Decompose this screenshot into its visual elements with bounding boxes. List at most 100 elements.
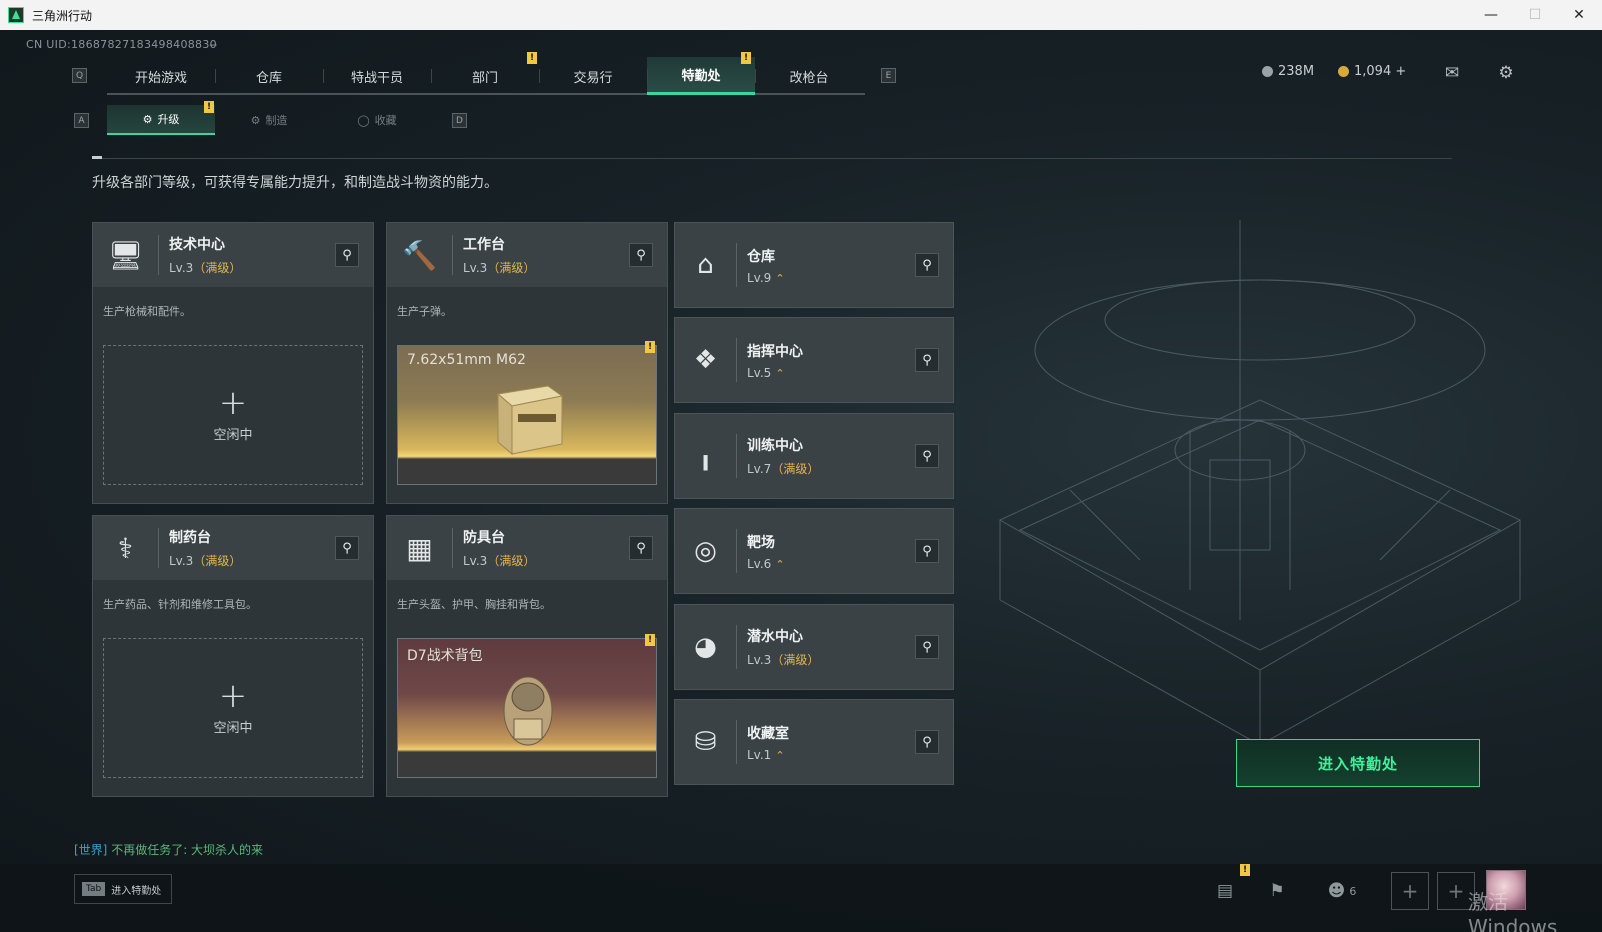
subtab-craft[interactable]: ⚙ 制造 (215, 105, 323, 135)
production-slot-empty[interactable]: + 空闲中 (103, 638, 363, 778)
friends-count: 6 (1349, 884, 1357, 898)
facility-row-diving-center[interactable]: ◕ 潜水中心 Lv.3（满级） ⚲ (674, 604, 954, 690)
station-card-workbench[interactable]: 🔨 工作台 Lv.3（满级） ⚲ 生产子弹。 7.62x51mm M62 ! (386, 222, 668, 504)
station-max-tag: （满级） (487, 261, 536, 275)
chat-message: 不再做任务了: 大坝杀人的来 (111, 843, 264, 857)
main-nav: 开始游戏 仓库 特战干员 部门 交易行 特勤处 改枪台 (107, 57, 865, 95)
facility-level: Lv.7 (747, 462, 772, 476)
gold-currency[interactable]: 1,094 + (1338, 64, 1406, 79)
target-icon: ◎ (675, 529, 737, 573)
inspect-search-icon[interactable]: ⚲ (335, 243, 359, 267)
inspect-search-icon[interactable]: ⚲ (915, 730, 939, 754)
user-uid: CN UID:18687827183498408830̶ (26, 38, 217, 51)
stats-chart-icon[interactable]: ▤ (1212, 878, 1238, 904)
add-teammate-button[interactable]: + (1391, 872, 1429, 910)
microscope-icon: ⚕ (93, 528, 159, 568)
gold-coin-icon (1338, 66, 1349, 77)
station-description: 生产子弹。 (397, 305, 452, 318)
mail-icon[interactable]: ✉ (1440, 63, 1464, 83)
facility-max-tag: （满级） (771, 462, 820, 476)
upgrade-arrow-icon: ⌃ (775, 557, 785, 571)
upgrade-arrow-icon: ⌃ (775, 748, 785, 762)
subnav-prev-key[interactable]: A (74, 113, 89, 128)
slot-alert-badge: ! (645, 634, 655, 646)
backpack-image (503, 676, 553, 746)
minimize-button[interactable]: — (1468, 0, 1514, 30)
station-level: Lv.3 (463, 261, 488, 275)
inspect-search-icon[interactable]: ⚲ (915, 253, 939, 277)
facility-row-warehouse[interactable]: ⌂ 仓库 Lv.9 ⌃ ⚲ (674, 222, 954, 308)
subtab-collect[interactable]: ◯ 收藏 (323, 105, 431, 135)
facility-row-command-center[interactable]: ❖ 指挥中心 Lv.5 ⌃ ⚲ (674, 317, 954, 403)
station-card-tech-center[interactable]: 🖥 技术中心 Lv.3（满级） ⚲ 生产枪械和配件。 + 空闲中 (92, 222, 374, 504)
close-button[interactable]: ✕ (1556, 0, 1602, 30)
facility-name: 仓库 (747, 248, 775, 265)
facility-row-shooting-range[interactable]: ◎ 靶场 Lv.6 ⌃ ⚲ (674, 508, 954, 594)
facility-name: 收藏室 (747, 725, 789, 742)
production-slot-item[interactable]: 7.62x51mm M62 (397, 345, 657, 485)
silver-amount: 238M (1278, 64, 1315, 79)
inspect-search-icon[interactable]: ⚲ (915, 348, 939, 372)
inspect-search-icon[interactable]: ⚲ (915, 539, 939, 563)
inspect-search-icon[interactable]: ⚲ (915, 444, 939, 468)
facility-name: 指挥中心 (747, 343, 803, 360)
subtab-upgrade-label: 升级 (157, 113, 180, 126)
station-max-tag: （满级） (193, 261, 242, 275)
bottom-bar: Tab 进入特勤处 ▤ ! ⚑ ☻ 6 + + 激活 Windows (0, 864, 1602, 932)
upgrade-arrow-icon: ⌃ (775, 366, 785, 380)
tab-trading[interactable]: 交易行 (539, 57, 647, 95)
slot-alert-badge: ! (645, 341, 655, 353)
facility-level: Lv.9 (747, 270, 772, 285)
tab-department[interactable]: 部门 (431, 57, 539, 95)
facility-level: Lv.1 (747, 747, 772, 762)
settings-gear-icon[interactable]: ⚙ (1494, 63, 1518, 83)
world-chat-line[interactable]: [世界] 不再做任务了: 大坝杀人的来 (74, 841, 263, 858)
inspect-search-icon[interactable]: ⚲ (629, 243, 653, 267)
silver-currency[interactable]: 238M (1262, 64, 1314, 79)
nav-prev-key[interactable]: Q (72, 68, 87, 83)
tab-shortcut-hint[interactable]: Tab 进入特勤处 (74, 874, 172, 904)
tools-icon: 🔨 (387, 235, 453, 275)
warehouse-icon: ⌂ (675, 243, 737, 287)
window-title: 三角洲行动 (32, 8, 93, 23)
station-description: 生产头盔、护甲、胸挂和背包。 (397, 598, 551, 611)
tab-start-game[interactable]: 开始游戏 (107, 57, 215, 95)
tab-warehouse[interactable]: 仓库 (215, 57, 323, 95)
item-name: 7.62x51mm M62 (407, 352, 526, 368)
tab-gunsmith[interactable]: 改枪台 (755, 57, 863, 95)
card-header: 🖥 技术中心 Lv.3（满级） ⚲ (93, 223, 373, 287)
card-header: 🔨 工作台 Lv.3（满级） ⚲ (387, 223, 667, 287)
subnav-next-key[interactable]: D (452, 113, 467, 128)
subtab-upgrade[interactable]: ⚙ 升级 (107, 105, 215, 135)
production-slot-item[interactable]: D7战术背包 (397, 638, 657, 778)
inspect-search-icon[interactable]: ⚲ (915, 635, 939, 659)
tab-special-ops[interactable]: 特勤处 (647, 57, 755, 95)
enter-special-ops-button[interactable]: 进入特勤处 (1236, 739, 1480, 787)
sub-nav: ⚙ 升级 ⚙ 制造 ◯ 收藏 (107, 105, 431, 135)
silver-coin-icon (1262, 66, 1273, 77)
tab-key: Tab (82, 882, 106, 896)
department-alert-badge: ! (527, 52, 537, 64)
station-card-armor[interactable]: ▦ 防具台 Lv.3（满级） ⚲ 生产头盔、护甲、胸挂和背包。 D7战术背包 ! (386, 515, 668, 797)
inspect-search-icon[interactable]: ⚲ (335, 536, 359, 560)
card-header: ⚕ 制药台 Lv.3（满级） ⚲ (93, 516, 373, 580)
base-schematic-art (998, 220, 1522, 746)
station-card-pharmacy[interactable]: ⚕ 制药台 Lv.3（满级） ⚲ 生产药品、针剂和维修工具包。 + 空闲中 (92, 515, 374, 797)
nav-next-key[interactable]: E (881, 68, 896, 83)
facility-row-collection-room[interactable]: ⛁ 收藏室 Lv.1 ⌃ ⚲ (674, 699, 954, 785)
inspect-search-icon[interactable]: ⚲ (629, 536, 653, 560)
production-slot-empty[interactable]: + 空闲中 (103, 345, 363, 485)
windows-activation-watermark: 激活 Windows (1468, 890, 1558, 932)
chat-channel: [世界] (74, 843, 108, 857)
friends-icon[interactable]: ☻ 6 (1322, 878, 1362, 904)
game-viewport: CN UID:18687827183498408830̶ Q 开始游戏 仓库 特… (0, 30, 1602, 932)
ammo-box-image (496, 385, 564, 456)
card-header: ▦ 防具台 Lv.3（满级） ⚲ (387, 516, 667, 580)
dumbbell-icon: ╻ (675, 434, 737, 478)
flag-icon[interactable]: ⚑ (1264, 878, 1290, 904)
maximize-button[interactable]: ☐ (1512, 0, 1558, 30)
facility-level: Lv.3 (747, 653, 772, 667)
facility-name: 潜水中心 (747, 629, 803, 645)
facility-row-training-center[interactable]: ╻ 训练中心 Lv.7（满级） ⚲ (674, 413, 954, 499)
tab-operators[interactable]: 特战干员 (323, 57, 431, 95)
